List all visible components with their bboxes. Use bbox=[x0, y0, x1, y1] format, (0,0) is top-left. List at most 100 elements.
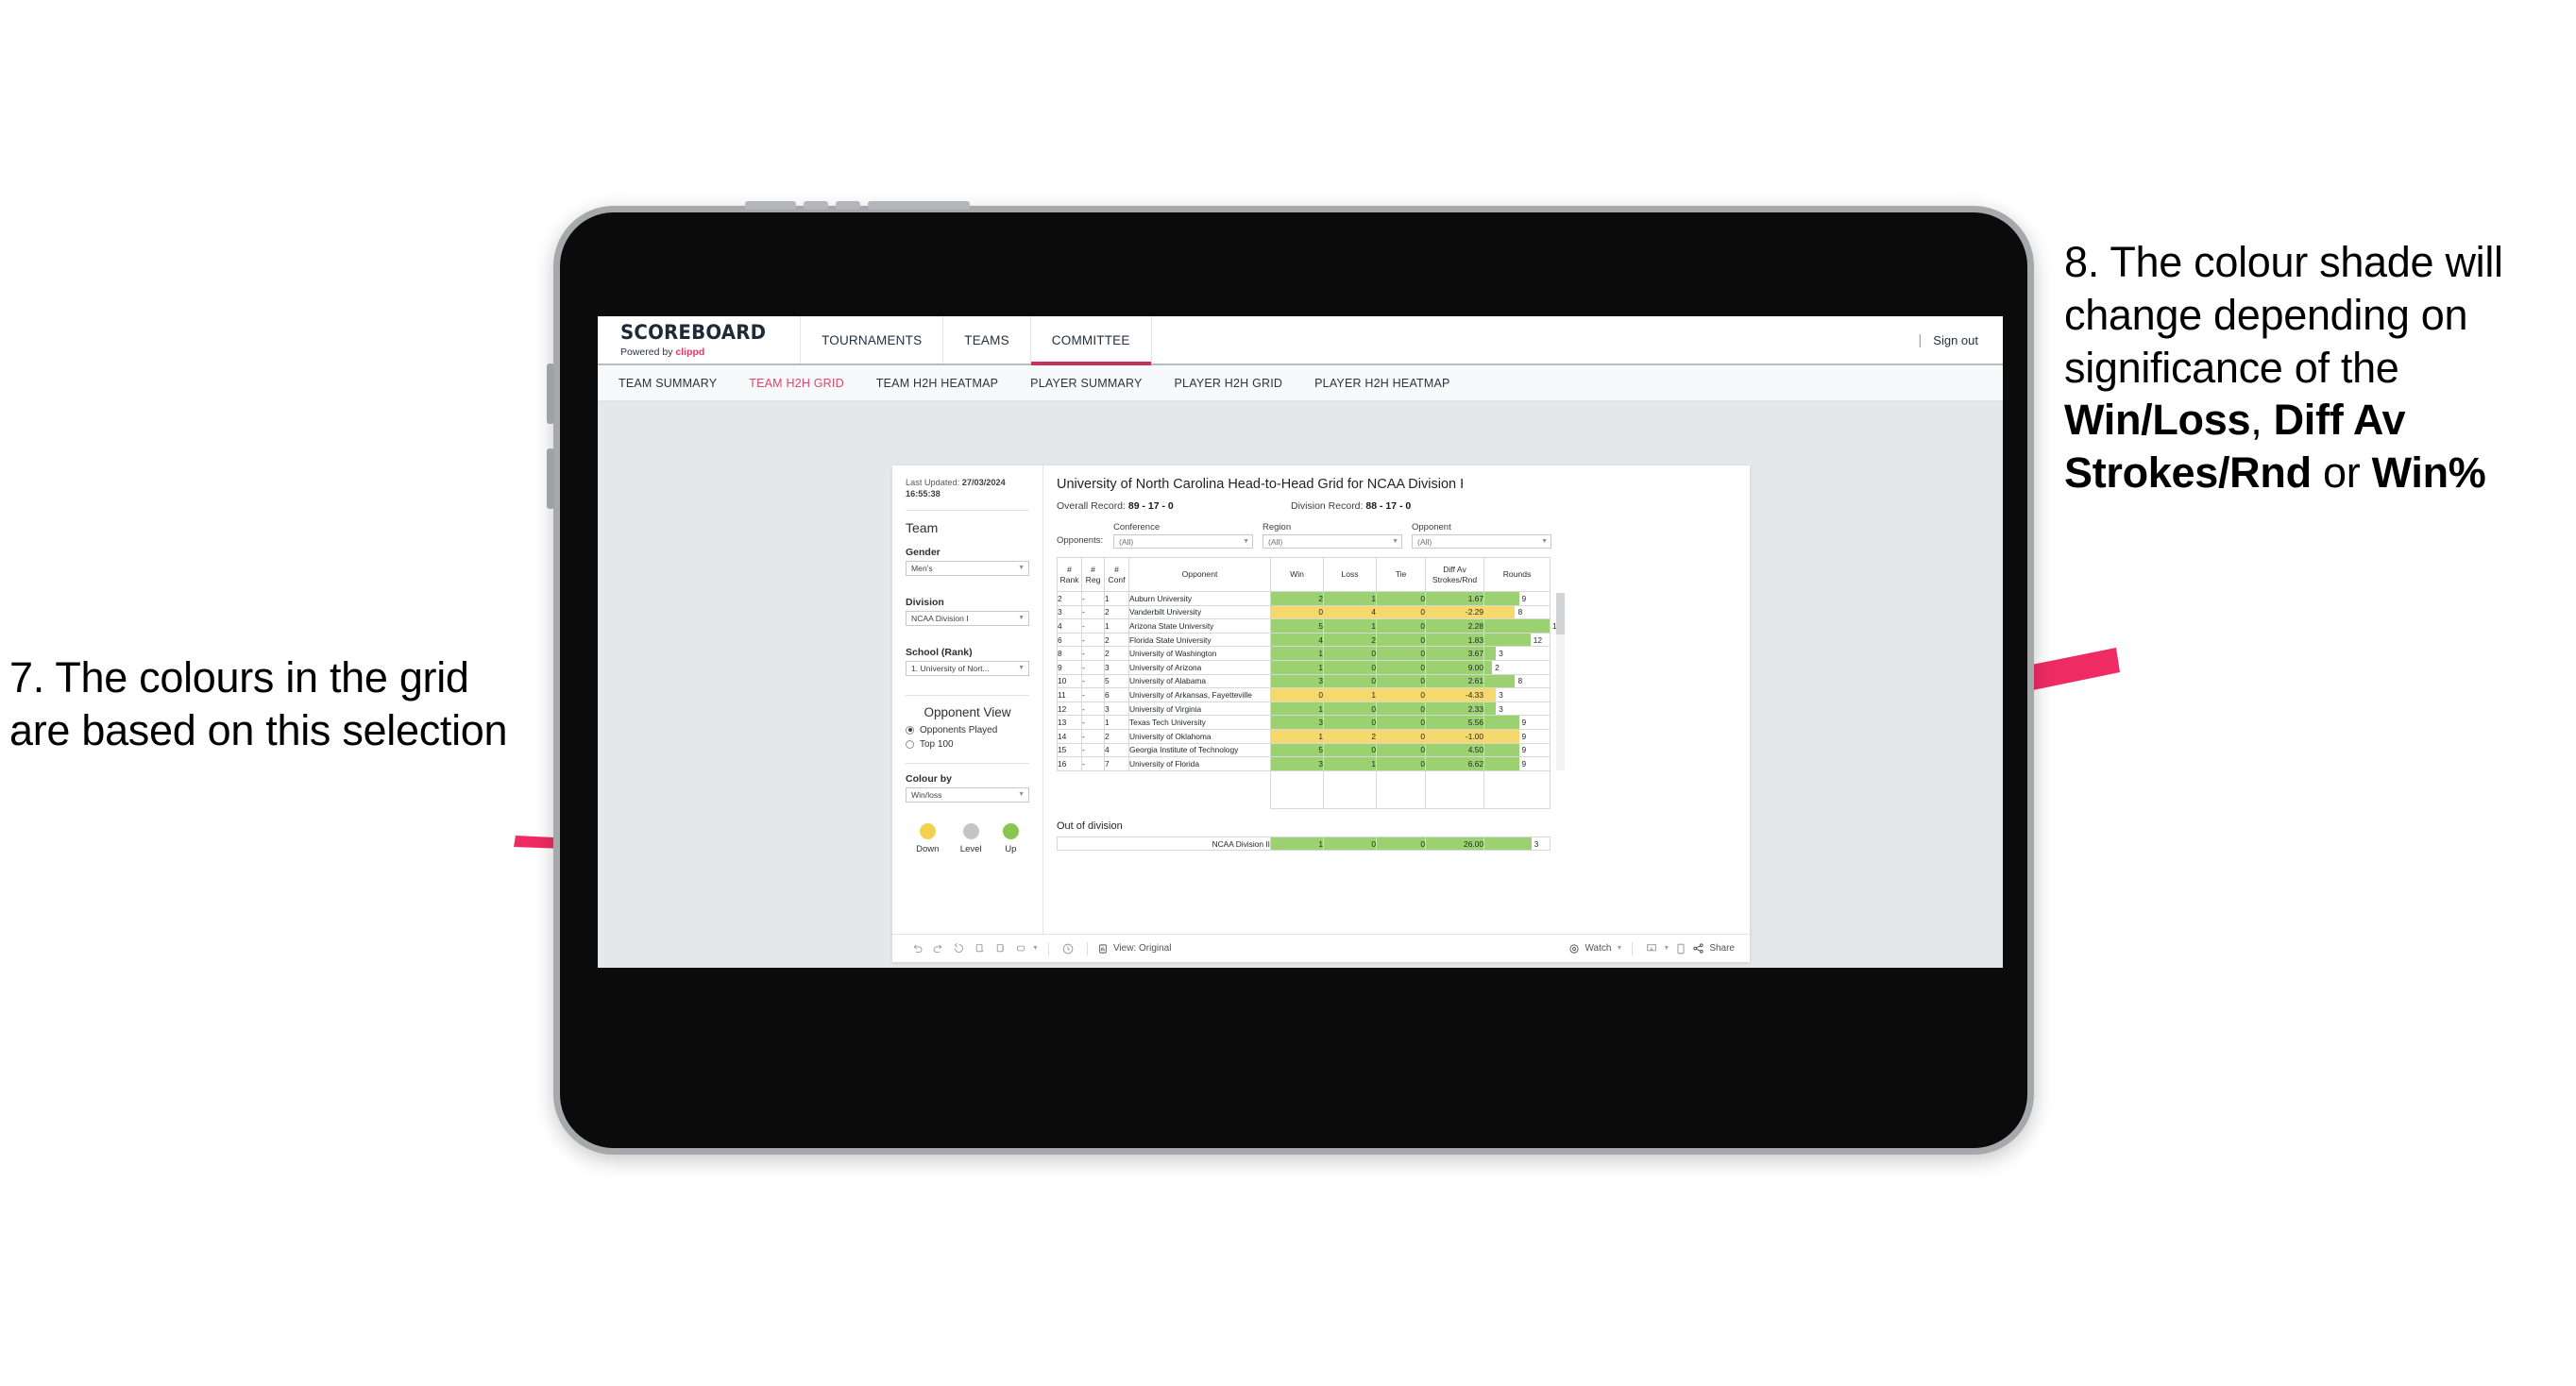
overall-record-value: 89 - 17 - 0 bbox=[1127, 500, 1174, 512]
table-scrollbar-thumb[interactable] bbox=[1556, 593, 1565, 634]
nav-committee[interactable]: COMMITTEE bbox=[1029, 316, 1151, 365]
subnav-player-h2h-heatmap[interactable]: PLAYER H2H HEATMAP bbox=[1314, 377, 1449, 390]
nav-spacer bbox=[1150, 316, 1919, 363]
cell-rounds: 3 bbox=[1483, 646, 1551, 661]
filter-conference-value: (All) bbox=[1119, 536, 1134, 547]
cell-rounds-value: 3 bbox=[1499, 703, 1503, 714]
cell-win: 0 bbox=[1270, 604, 1324, 620]
cell-diff: 2.61 bbox=[1425, 673, 1484, 689]
signout-link[interactable]: Sign out bbox=[1933, 333, 1978, 347]
division-record-value: 88 - 17 - 0 bbox=[1365, 500, 1412, 512]
download-icon[interactable] bbox=[1642, 939, 1661, 958]
table-row[interactable]: 3-2 Vanderbilt University 0 4 0 -2.29 8 bbox=[1057, 604, 1551, 620]
pause-updates-icon[interactable] bbox=[991, 939, 1009, 958]
alert-clock-icon[interactable] bbox=[1059, 939, 1077, 958]
nav-teams[interactable]: TEAMS bbox=[942, 316, 1030, 363]
gender-select[interactable]: Men's ▼ bbox=[906, 560, 1029, 576]
cell-tie: 0 bbox=[1376, 715, 1426, 730]
table-row[interactable]: 14-2 University of Oklahoma 1 2 0 -1.00 9 bbox=[1057, 728, 1551, 744]
th-reg: # Reg bbox=[1081, 557, 1105, 592]
division-select[interactable]: NCAA Division I ▼ bbox=[906, 610, 1029, 626]
cell-rank: 8 bbox=[1057, 646, 1082, 661]
cell-rounds: 8 bbox=[1483, 604, 1551, 620]
chevron-down-icon[interactable]: ▼ bbox=[1032, 945, 1039, 952]
refresh-icon[interactable] bbox=[970, 939, 989, 958]
filter-opponent-select[interactable]: (All) ▼ bbox=[1412, 534, 1551, 549]
cell-win: 3 bbox=[1270, 715, 1324, 730]
workbook-panel: Last Updated: 27/03/2024 16:55:38 Team G… bbox=[892, 465, 1750, 962]
divider bbox=[906, 762, 1029, 764]
device-preview-icon[interactable] bbox=[1671, 939, 1690, 958]
cell-diff: 1.83 bbox=[1425, 632, 1484, 648]
cell-opponent: Texas Tech University bbox=[1128, 715, 1271, 730]
filter-conference-select[interactable]: (All) ▼ bbox=[1113, 534, 1253, 549]
ood-rounds: 3 bbox=[1483, 836, 1551, 852]
redo-icon[interactable] bbox=[928, 939, 947, 958]
brand-logo[interactable]: SCOREBOARD Powered by clippd bbox=[598, 316, 800, 363]
nav-tournaments[interactable]: TOURNAMENTS bbox=[800, 316, 942, 363]
table-row[interactable]: 9-3 University of Arizona 1 0 0 9.00 2 bbox=[1057, 659, 1551, 675]
radio-top-100[interactable]: Top 100 bbox=[906, 739, 1029, 750]
cell-diff: 4.50 bbox=[1425, 742, 1484, 758]
viz-area: University of North Carolina Head-to-Hea… bbox=[1043, 465, 1750, 934]
cell-conf: 7 bbox=[1104, 756, 1129, 771]
cell-rounds-value: 8 bbox=[1517, 607, 1523, 617]
cell-tie: 0 bbox=[1376, 632, 1426, 648]
watch-icon bbox=[1569, 943, 1580, 954]
view-original-label: View: Original bbox=[1112, 943, 1172, 954]
table-row[interactable]: 16-7 University of Florida 3 1 0 6.62 9 bbox=[1057, 756, 1551, 771]
table-row[interactable]: 12-3 University of Virginia 1 0 0 2.33 3 bbox=[1057, 701, 1551, 717]
table-row[interactable]: 15-4 Georgia Institute of Technology 5 0 0 4.… bbox=[1057, 742, 1551, 758]
nav-tournaments-label: TOURNAMENTS bbox=[822, 332, 923, 347]
share-label: Share bbox=[1709, 943, 1735, 954]
chevron-down-icon: ▼ bbox=[1541, 538, 1548, 545]
th-tie: Tie bbox=[1376, 557, 1426, 592]
table-row[interactable]: 10-5 University of Alabama 3 0 0 2.61 8 bbox=[1057, 673, 1551, 689]
radio-opponents-played[interactable]: Opponents Played bbox=[906, 725, 1029, 735]
view-original-button[interactable]: View: Original bbox=[1097, 943, 1172, 955]
cell-reg: - bbox=[1081, 632, 1105, 648]
subnav-team-h2h-heatmap[interactable]: TEAM H2H HEATMAP bbox=[876, 377, 998, 390]
school-rank-select[interactable]: 1. University of Nort... ▼ bbox=[906, 660, 1029, 676]
cell-conf: 2 bbox=[1104, 604, 1129, 620]
subnav-player-summary[interactable]: PLAYER SUMMARY bbox=[1030, 377, 1142, 390]
chevron-down-icon[interactable]: ▼ bbox=[1663, 945, 1669, 952]
cell-reg: - bbox=[1081, 604, 1105, 620]
table-row[interactable]: 4-1Arizona State University5102.2817 bbox=[1057, 618, 1561, 634]
table-row[interactable]: 11-6 University of Arkansas, Fayetteville… bbox=[1057, 687, 1551, 702]
table-row[interactable]: 13-1 Texas Tech University 3 0 0 5.56 9 bbox=[1057, 715, 1551, 730]
signout-area: | Sign out bbox=[1918, 316, 2003, 363]
share-button[interactable]: Share bbox=[1692, 942, 1735, 955]
cell-win: 5 bbox=[1270, 618, 1324, 634]
filter-region-label: Region bbox=[1263, 522, 1292, 532]
table-row[interactable]: 6-2 Florida State University 4 2 0 1.83 12 bbox=[1057, 632, 1551, 648]
watch-button[interactable]: Watch ▼ bbox=[1568, 943, 1622, 955]
gender-value: Men's bbox=[911, 563, 933, 573]
workbook-body: Last Updated: 27/03/2024 16:55:38 Team G… bbox=[892, 465, 1750, 934]
subnav-player-h2h-grid[interactable]: PLAYER H2H GRID bbox=[1175, 377, 1283, 390]
subnav-team-h2h-grid[interactable]: TEAM H2H GRID bbox=[749, 377, 844, 390]
export-icon[interactable] bbox=[1011, 939, 1030, 958]
chevron-down-icon: ▼ bbox=[1616, 945, 1623, 952]
cell-diff: 3.67 bbox=[1425, 646, 1484, 661]
colour-by-select[interactable]: Win/loss ▼ bbox=[906, 786, 1029, 803]
records-row: Overall Record: 89 - 17 - 0 Division Rec… bbox=[1057, 500, 1733, 512]
cell-tie: 0 bbox=[1376, 659, 1426, 675]
table-vertical-scrollbar[interactable] bbox=[1556, 593, 1565, 770]
app-header: SCOREBOARD Powered by clippd TOURNAMENTS… bbox=[598, 316, 2003, 365]
cell-opponent: University of Washington bbox=[1128, 646, 1271, 661]
cell-conf: 2 bbox=[1104, 632, 1129, 648]
colour-by-value: Win/loss bbox=[911, 789, 942, 800]
subnav-team-summary[interactable]: TEAM SUMMARY bbox=[619, 377, 717, 390]
radio-top-100-label: Top 100 bbox=[920, 738, 954, 750]
table-row[interactable]: 8-2 University of Washington 1 0 0 3.67 3 bbox=[1057, 646, 1551, 661]
table-row[interactable]: 2-1 Auburn University 2 1 0 1.67 9 bbox=[1057, 591, 1551, 606]
division-record-label: Division Record: bbox=[1291, 500, 1366, 512]
legend-item-down: Down bbox=[916, 822, 939, 854]
cell-win: 3 bbox=[1270, 756, 1324, 771]
team-section-heading: Team bbox=[906, 519, 939, 535]
revert-icon[interactable] bbox=[949, 939, 968, 958]
filter-region-select[interactable]: (All) ▼ bbox=[1263, 534, 1402, 549]
undo-icon[interactable] bbox=[907, 939, 926, 958]
clippd-wordmark: clippd bbox=[675, 346, 705, 358]
